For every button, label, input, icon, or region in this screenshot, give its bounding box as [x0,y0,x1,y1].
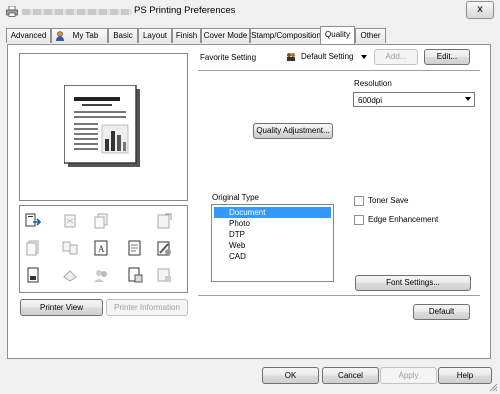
separator [198,70,480,72]
list-item-photo[interactable]: Photo [214,218,331,229]
toner-save-checkbox[interactable] [354,196,364,206]
tab-my-tab[interactable]: My Tab [51,28,108,43]
resolution-label: Resolution [354,79,392,88]
help-button[interactable]: Help [438,367,492,384]
tab-quality[interactable]: Quality [320,26,355,44]
original-type-list[interactable]: Document Photo DTP Web CAD [211,204,334,282]
favorite-setting-label: Favorite Setting [200,53,257,62]
chevron-down-icon [465,97,471,101]
text-overlay-icon: A [94,240,108,256]
paper-icon [26,240,39,256]
apply-button[interactable]: Apply [380,367,437,384]
favorite-icon [287,53,295,61]
default-label: Default [428,307,455,316]
list-item-document[interactable]: Document [214,207,331,218]
original-direction-icon [25,213,41,227]
edit-page-icon [128,240,141,256]
separator [198,295,480,297]
quality-adjustment-label: Quality Adjustment... [256,126,330,135]
cancel-button[interactable]: Cancel [322,367,379,384]
list-item-dtp[interactable]: DTP [214,229,331,240]
fold-icon [63,270,77,282]
tab-layout[interactable]: Layout [138,28,172,43]
printer-information-label: Printer Information [114,303,180,312]
title-bar: PS Printing Preferences x [0,0,500,24]
page-preview [19,53,188,201]
edit-favorite-label: Edit... [436,52,458,61]
add-favorite-button[interactable]: Add... [374,49,418,65]
toner-save-label: Toner Save [368,196,409,205]
quality-adjustment-button[interactable]: Quality Adjustment... [253,123,333,139]
favorite-setting-value: Default Setting [301,52,354,61]
edge-enhancement-checkbox[interactable] [354,215,364,225]
favorite-setting-dropdown[interactable]: Default Setting [282,49,370,65]
user-icon [56,31,64,41]
tab-my-tab-label: My Tab [72,31,99,40]
secure-print-icon [128,267,143,283]
tab-basic[interactable]: Basic [108,28,138,43]
tab-stamp-composition[interactable]: Stamp/Composition [250,28,322,43]
edge-enhancement-label: Edge Enhancement [368,215,439,224]
tab-other[interactable]: Other [355,28,386,43]
close-button[interactable]: x [466,1,494,19]
font-settings-label: Font Settings... [386,278,440,287]
edit-favorite-button[interactable]: Edit... [424,49,470,65]
font-settings-button[interactable]: Font Settings... [355,275,471,291]
tab-finish[interactable]: Finish [172,28,201,43]
tab-cover-mode[interactable]: Cover Mode [201,28,250,43]
user-auth-icon [94,270,107,282]
apply-label: Apply [398,371,419,380]
printer-information-button[interactable]: Printer Information [106,299,188,316]
printer-view-label: Printer View [40,303,83,312]
list-item-cad[interactable]: CAD [214,251,331,262]
watermark-icon [157,241,171,256]
original-type-label: Original Type [212,193,259,202]
window-title: PS Printing Preferences [134,5,236,16]
ok-label: OK [284,371,297,380]
feature-icons-panel: A [19,205,188,293]
ok-button[interactable]: OK [262,367,319,384]
cover-page-icon [27,267,39,283]
printer-view-button[interactable]: Printer View [20,299,103,316]
printer-icon [6,6,18,17]
default-button[interactable]: Default [413,304,470,320]
chevron-down-icon [361,55,367,59]
add-favorite-label: Add... [385,52,407,61]
staple-icon [157,213,172,229]
cancel-label: Cancel [338,371,363,380]
svg-text:A: A [98,244,105,254]
list-item-web[interactable]: Web [214,240,331,251]
combination-icon [62,241,78,255]
tab-advanced[interactable]: Advanced [6,28,51,43]
resize-grip-icon[interactable] [488,382,498,392]
resolution-dropdown[interactable]: 600dpi [353,92,475,107]
document-preview-icon [64,85,140,167]
resolution-value: 600dpi [358,96,383,105]
redacted-printer-name [22,9,132,15]
duplex-icon [64,214,76,228]
copies-icon [94,213,108,229]
box-save-icon [157,268,171,282]
help-label: Help [456,371,474,380]
